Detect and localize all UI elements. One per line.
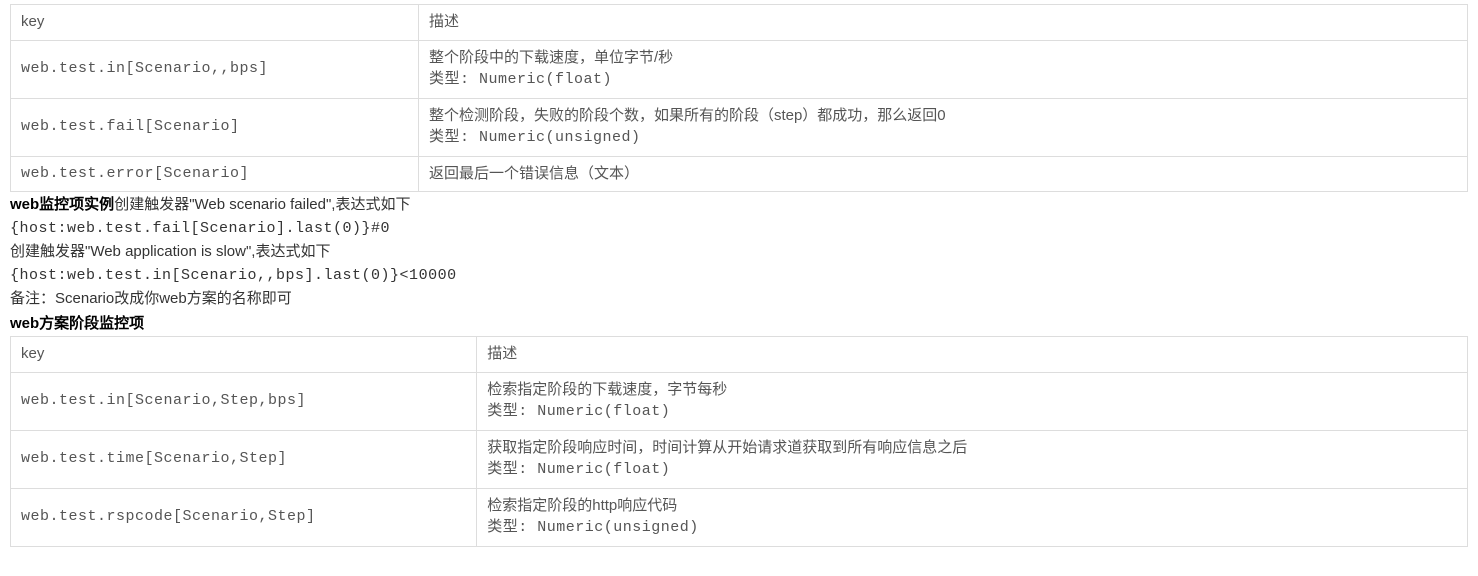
table1-row2-desc1: 返回最后一个错误信息（文本） bbox=[429, 163, 1457, 186]
trigger1-intro: 创建触发器"Web scenario failed",表达式如下 bbox=[114, 196, 410, 213]
table2-row2-key: web.test.rspcode[Scenario,Step] bbox=[11, 488, 477, 546]
scenario-items-table: key 描述 web.test.in[Scenario,,bps] 整个阶段中的… bbox=[10, 4, 1468, 192]
table-row: web.test.error[Scenario] 返回最后一个错误信息（文本） bbox=[11, 156, 1468, 192]
table2-row2-desc2: 类型: Numeric(unsigned) bbox=[487, 517, 1457, 540]
trigger2-expression: {host:web.test.in[Scenario,,bps].last(0)… bbox=[10, 265, 1468, 288]
trigger-example-line1: web监控项实例创建触发器"Web scenario failed",表达式如下 bbox=[10, 194, 1468, 217]
table1-row2-desc: 返回最后一个错误信息（文本） bbox=[418, 156, 1467, 192]
table2-row1-key: web.test.time[Scenario,Step] bbox=[11, 430, 477, 488]
scenario-note: 备注：Scenario改成你web方案的名称即可 bbox=[10, 288, 1468, 311]
table1-row0-desc: 整个阶段中的下载速度，单位字节/秒 类型: Numeric(float) bbox=[418, 40, 1467, 98]
table2-row1-desc: 获取指定阶段响应时间，时间计算从开始请求道获取到所有响应信息之后 类型: Num… bbox=[477, 430, 1468, 488]
table2-row0-desc1: 检索指定阶段的下载速度，字节每秒 bbox=[487, 379, 1457, 402]
table-row: web.test.fail[Scenario] 整个检测阶段，失败的阶段个数，如… bbox=[11, 98, 1468, 156]
trigger2-intro: 创建触发器"Web application is slow",表达式如下 bbox=[10, 241, 1468, 264]
table1-row0-desc2: 类型: Numeric(float) bbox=[429, 69, 1457, 92]
table2-row2-desc1: 检索指定阶段的http响应代码 bbox=[487, 495, 1457, 518]
table1-row1-desc2: 类型: Numeric(unsigned) bbox=[429, 127, 1457, 150]
table-row: web.test.in[Scenario,,bps] 整个阶段中的下载速度，单位… bbox=[11, 40, 1468, 98]
table-row: web.test.in[Scenario,Step,bps] 检索指定阶段的下载… bbox=[11, 372, 1468, 430]
step-items-table: key 描述 web.test.in[Scenario,Step,bps] 检索… bbox=[10, 336, 1468, 547]
table-row: web.test.time[Scenario,Step] 获取指定阶段响应时间，… bbox=[11, 430, 1468, 488]
table1-row1-key: web.test.fail[Scenario] bbox=[11, 98, 419, 156]
table2-row0-desc: 检索指定阶段的下载速度，字节每秒 类型: Numeric(float) bbox=[477, 372, 1468, 430]
table2-row1-desc1: 获取指定阶段响应时间，时间计算从开始请求道获取到所有响应信息之后 bbox=[487, 437, 1457, 460]
trigger1-expression: {host:web.test.fail[Scenario].last(0)}#0 bbox=[10, 218, 1468, 241]
table2-header-desc: 描述 bbox=[477, 337, 1468, 373]
table1-header-desc: 描述 bbox=[418, 5, 1467, 41]
step-items-heading: web方案阶段监控项 bbox=[10, 313, 1468, 336]
table1-row0-key: web.test.in[Scenario,,bps] bbox=[11, 40, 419, 98]
web-monitor-example-label: web监控项实例 bbox=[10, 196, 114, 213]
table1-row1-desc: 整个检测阶段，失败的阶段个数，如果所有的阶段（step）都成功，那么返回0 类型… bbox=[418, 98, 1467, 156]
table1-header-key: key bbox=[11, 5, 419, 41]
table2-row0-key: web.test.in[Scenario,Step,bps] bbox=[11, 372, 477, 430]
table2-row1-desc2: 类型: Numeric(float) bbox=[487, 459, 1457, 482]
table1-row1-desc1: 整个检测阶段，失败的阶段个数，如果所有的阶段（step）都成功，那么返回0 bbox=[429, 105, 1457, 128]
table-row: web.test.rspcode[Scenario,Step] 检索指定阶段的h… bbox=[11, 488, 1468, 546]
table1-row0-desc1: 整个阶段中的下载速度，单位字节/秒 bbox=[429, 47, 1457, 70]
table2-row0-desc2: 类型: Numeric(float) bbox=[487, 401, 1457, 424]
table1-row2-key: web.test.error[Scenario] bbox=[11, 156, 419, 192]
table2-header-key: key bbox=[11, 337, 477, 373]
table2-row2-desc: 检索指定阶段的http响应代码 类型: Numeric(unsigned) bbox=[477, 488, 1468, 546]
